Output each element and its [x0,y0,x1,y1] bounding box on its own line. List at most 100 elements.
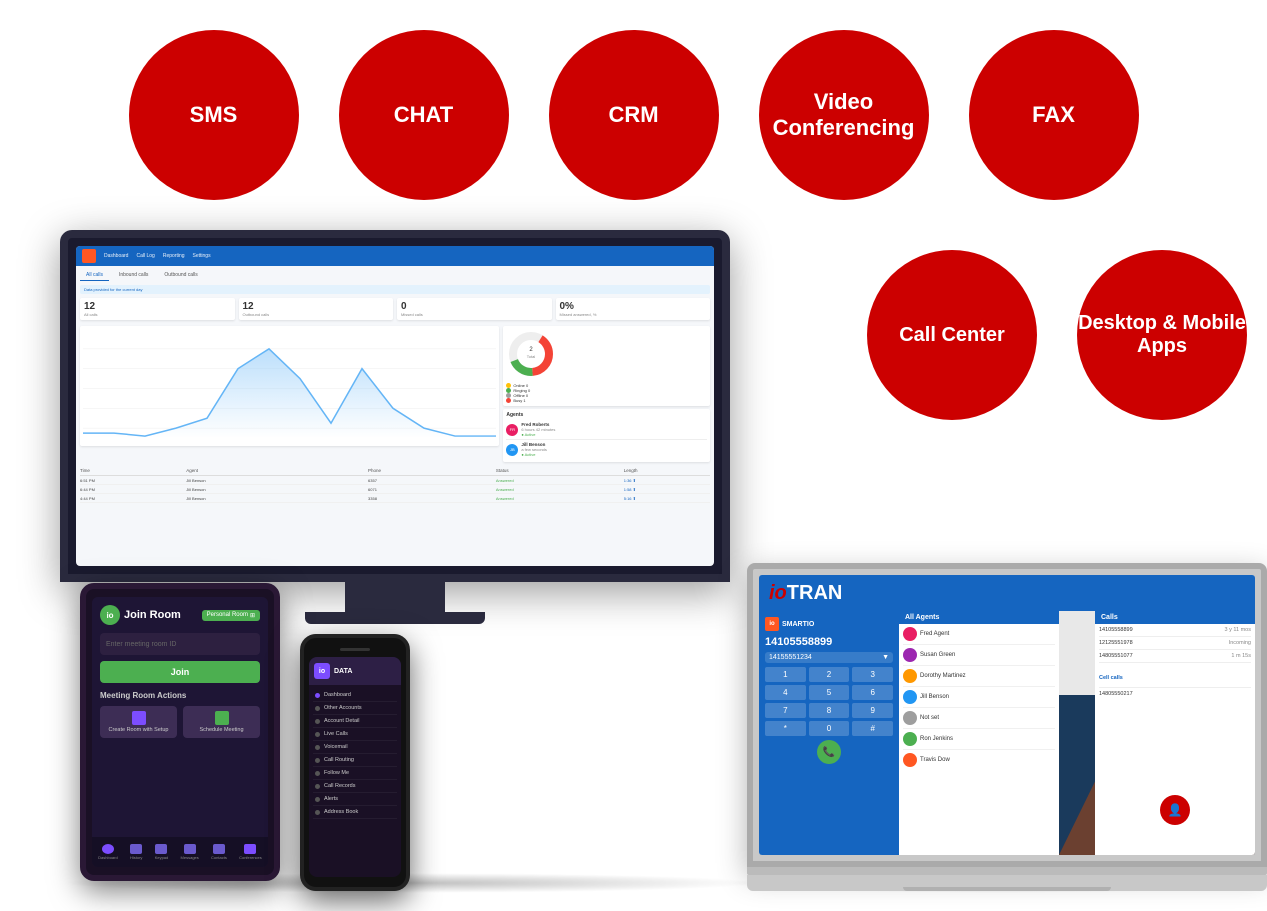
laptop-contacts-list: Fred Agent Susan Green Dorothy Martinez [899,624,1059,770]
phone-menu-live-calls[interactable]: Live Calls [313,728,397,741]
tablet-join-button[interactable]: Join [100,661,260,683]
dialpad-key-1[interactable]: 1 [765,667,806,682]
dialpad-key-3[interactable]: 3 [852,667,893,682]
stat-missed-pct: 0% Missed answered, % [556,298,711,320]
feature-circles-right: Call Center Desktop & Mobile Apps [867,250,1247,420]
contact-item[interactable]: Dorothy Martinez [903,666,1055,687]
tablet-create-room-btn[interactable]: Create Room with Setup [100,706,177,738]
circle-call-center[interactable]: Call Center [867,250,1037,420]
dashboard-stats: 12 All calls 12 Outbound calls 0 Missed … [80,298,710,320]
call-section-header: Cell calls [1099,663,1251,688]
circle-video-conferencing[interactable]: Video Conferencing [759,30,929,200]
dialpad-key-star[interactable]: * [765,721,806,736]
laptop-dialpad-panel: io SMARTIO 14105558899 14155551234 ▼ 1 2 [759,611,899,855]
dashboard-right-panel: 2 Total Online 0 Ringing 0 Offline 0 Bus… [503,326,710,462]
monitor-base [305,612,485,624]
contact-item[interactable]: Jill Benson [903,687,1055,708]
tablet-schedule-icon [215,711,229,725]
dialpad-key-7[interactable]: 7 [765,703,806,718]
laptop-brand-tran: TRAN [787,582,843,605]
tablet-schedule-label: Schedule Meeting [199,727,243,733]
phone-menu-alerts[interactable]: Alerts [313,793,397,806]
dialpad-key-0[interactable]: 0 [809,721,850,736]
tablet-nav-contacts[interactable]: Contacts [211,844,227,860]
phone-menu-dashboard[interactable]: Dashboard [313,689,397,702]
phone-ui: io DATA Dashboard Other Accounts Account… [309,657,401,877]
nav-reporting[interactable]: Reporting [163,253,185,259]
dashboard-ui: Dashboard Call Log Reporting Settings Al… [76,246,714,566]
contact-item[interactable]: Fred Agent [903,624,1055,645]
stat-missed-pct-value: 0% [560,301,707,312]
contact-item[interactable]: Not set [903,708,1055,729]
tablet-room-id-input[interactable]: Enter meeting room ID [100,633,260,655]
phone-menu-address-book[interactable]: Address Book [313,806,397,819]
phone-header: io DATA [309,657,401,685]
tablet-nav-conferences[interactable]: Conferences [239,844,262,860]
tablet-schedule-meeting-btn[interactable]: Schedule Meeting [183,706,260,738]
monitor-frame: Dashboard Call Log Reporting Settings Al… [60,230,730,582]
tablet-nav-keypad[interactable]: Keypad [155,844,169,860]
laptop-contacts-panel: All Agents Fred Agent Susan Green [899,611,1059,855]
contact-item[interactable]: Travis Dow [903,750,1055,770]
contact-item[interactable]: Ron Jenkins [903,729,1055,750]
stat-missed-pct-label: Missed answered, % [560,312,707,317]
dialpad-key-2[interactable]: 2 [809,667,850,682]
dashboard-chart [80,326,499,446]
phone-menu-call-records[interactable]: Call Records [313,780,397,793]
phone-menu-call-routing-label: Call Routing [324,757,354,763]
dialpad-key-6[interactable]: 6 [852,685,893,700]
tab-all-calls[interactable]: All calls [80,270,109,281]
phone-menu-voicemail[interactable]: Voicemail [313,741,397,754]
dashboard-donut: 2 Total Online 0 Ringing 0 Offline 0 Bus… [503,326,710,406]
dialpad-key-4[interactable]: 4 [765,685,806,700]
phone-menu-call-routing[interactable]: Call Routing [313,754,397,767]
stat-all-calls-label: All calls [84,312,231,317]
dialpad-key-8[interactable]: 8 [809,703,850,718]
circle-crm[interactable]: CRM [549,30,719,200]
menu-dot-follow [315,771,320,776]
laptop-phone-number: 14105558899 [765,636,893,648]
tablet-nav-dashboard[interactable]: Dashboard [98,844,118,860]
menu-dot-routing [315,758,320,763]
phone-menu-follow-me[interactable]: Follow Me [313,767,397,780]
tablet-personal-room-btn[interactable]: Personal Room ⊞ [202,610,260,621]
nav-settings[interactable]: Settings [193,253,211,259]
circle-fax[interactable]: FAX [969,30,1139,200]
tab-inbound[interactable]: Inbound calls [113,270,154,281]
circle-desktop-mobile[interactable]: Desktop & Mobile Apps [1077,250,1247,420]
svg-text:2: 2 [530,347,534,353]
stat-missed-value: 0 [401,301,548,312]
laptop-screen: io TRAN io SMARTIO 14105558899 [759,575,1255,855]
circle-sms[interactable]: SMS [129,30,299,200]
menu-dot-voicemail [315,745,320,750]
phone-menu-voicemail-label: Voicemail [324,744,348,750]
menu-dot-address [315,810,320,815]
phone-menu-other-accounts-label: Other Accounts [324,705,362,711]
laptop-call-button[interactable]: 📞 [817,740,841,764]
tab-outbound[interactable]: Outbound calls [158,270,203,281]
dialpad-key-5[interactable]: 5 [809,685,850,700]
menu-dot-alerts [315,797,320,802]
tablet-logo: io [100,605,120,625]
contact-item[interactable]: Susan Green [903,645,1055,666]
circle-chat[interactable]: CHAT [339,30,509,200]
phone-menu-account-detail[interactable]: Account Detail [313,715,397,728]
dialpad-key-9[interactable]: 9 [852,703,893,718]
messages-icon [184,844,196,854]
tablet-nav-conferences-label: Conferences [239,855,262,860]
nav-calllog[interactable]: Call Log [136,253,154,259]
phone-menu-follow-me-label: Follow Me [324,770,349,776]
phone-menu-call-records-label: Call Records [324,783,355,789]
dialpad-key-hash[interactable]: # [852,721,893,736]
nav-dashboard[interactable]: Dashboard [104,253,128,259]
dashboard-tabs: All calls Inbound calls Outbound calls [80,270,710,281]
menu-dot-records [315,784,320,789]
stat-outbound-label: Outbound calls [243,312,390,317]
tablet-nav-messages[interactable]: Messages [181,844,199,860]
tablet-nav-history[interactable]: History [130,844,142,860]
tablet-nav-history-label: History [130,855,142,860]
laptop-right-area: Calls 14105558899 3 y 11 mos 12125551978… [1059,611,1255,855]
feature-circles-top: SMS CHAT CRM Video Conferencing FAX [0,0,1267,200]
conferences-icon [244,844,256,854]
phone-menu-other-accounts[interactable]: Other Accounts [313,702,397,715]
